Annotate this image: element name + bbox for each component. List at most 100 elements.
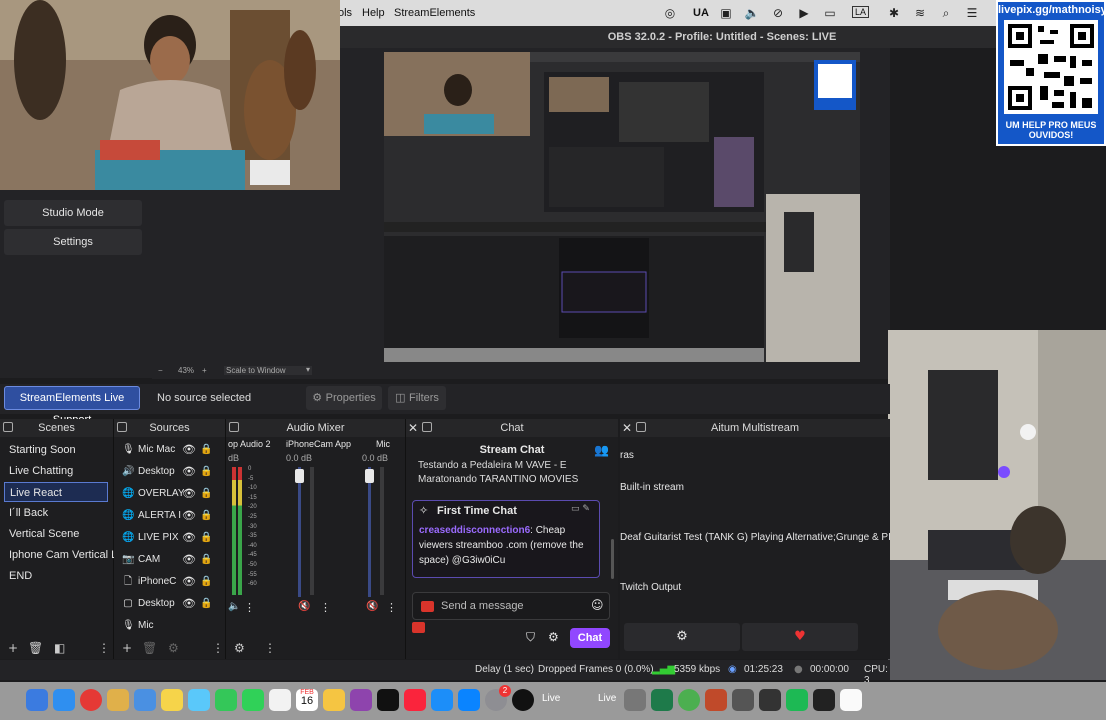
remove-scene-icon[interactable]: 🗑 <box>28 641 43 655</box>
close-icon[interactable]: ✕ <box>622 419 632 437</box>
app-icon[interactable] <box>759 689 781 711</box>
screen-share-icon[interactable]: ▣ <box>718 5 734 21</box>
notes-icon[interactable] <box>161 689 183 711</box>
app-icon[interactable] <box>732 689 754 711</box>
volume-fader[interactable] <box>298 467 301 597</box>
photos-icon[interactable] <box>269 689 291 711</box>
settings-app-icon[interactable]: 2 <box>485 685 511 711</box>
source-row[interactable]: 🎙 Mic <box>114 615 224 637</box>
appstore-icon[interactable] <box>458 689 480 711</box>
source-row[interactable]: 🌐 LIVE PIX 👁 🔒 <box>114 527 224 549</box>
scene-iphone-cam-vertical[interactable]: Iphone Cam Vertical Live <box>4 545 116 565</box>
properties-button[interactable]: ⚙ Properties <box>306 386 382 410</box>
reminders-icon[interactable] <box>323 689 345 711</box>
control-center-icon[interactable]: ☰ <box>964 5 980 21</box>
scene-end[interactable]: END <box>4 566 108 586</box>
speaker-icon[interactable]: 🔈 <box>228 601 240 612</box>
add-scene-icon[interactable]: + <box>8 641 18 655</box>
dock-float-icon[interactable] <box>3 422 13 432</box>
chat-input[interactable]: Send a message ☺ <box>412 592 610 620</box>
siri-icon[interactable] <box>350 689 372 711</box>
card-actions-icon[interactable]: ▭ ✎ <box>571 504 590 514</box>
mixer-menu-icon[interactable]: ⋮ <box>264 641 276 655</box>
volume-fader-knob[interactable] <box>295 469 304 483</box>
eye-icon[interactable]: 👁 <box>182 571 196 593</box>
scene-menu-icon[interactable]: ⋮ <box>98 641 110 655</box>
scene-live-chatting[interactable]: Live Chatting <box>4 461 108 481</box>
source-properties-icon[interactable]: ⚙ <box>168 641 179 655</box>
eye-icon[interactable]: 👁 <box>182 505 196 527</box>
input-source-ua[interactable]: UA <box>693 7 709 19</box>
chrome-icon[interactable] <box>678 689 700 711</box>
volume-fader[interactable] <box>368 467 371 597</box>
source-row[interactable]: 🔊 Desktop 👁 🔒 <box>114 461 224 483</box>
kebab-menu-icon[interactable]: ⋮ <box>244 601 255 614</box>
eye-icon[interactable]: 👁 <box>182 527 196 549</box>
source-row[interactable]: 🌐 OVERLAY 👁 🔒 <box>114 483 224 505</box>
preview-canvas[interactable] <box>384 52 860 362</box>
accessibility-icon[interactable]: ◎ <box>662 5 678 21</box>
obs-icon[interactable] <box>512 689 534 711</box>
source-row[interactable]: 📷 CAM 👁 🔒 <box>114 549 224 571</box>
lock-icon[interactable]: 🔒 <box>200 505 212 527</box>
maps-icon[interactable] <box>188 689 210 711</box>
eye-icon[interactable]: 👁 <box>182 593 196 615</box>
eye-icon[interactable]: 👁 <box>182 461 196 483</box>
mail-icon[interactable] <box>134 689 156 711</box>
keynote-icon[interactable] <box>431 689 453 711</box>
lock-icon[interactable]: 🔒 <box>200 593 212 615</box>
muted-speaker-icon[interactable]: 🔇 <box>298 601 310 612</box>
wifi-icon[interactable]: ≋ <box>912 5 928 21</box>
finder-icon[interactable] <box>26 689 48 711</box>
studio-mode-button[interactable]: Studio Mode <box>4 200 142 226</box>
chevron-down-icon[interactable]: ▾ <box>306 365 310 374</box>
activity-monitor-icon[interactable] <box>624 689 646 711</box>
lock-icon[interactable]: 🔒 <box>200 549 212 571</box>
search-icon[interactable]: ⌕ <box>938 5 954 21</box>
scale-mode-select[interactable]: Scale to Window <box>224 366 312 375</box>
close-icon[interactable]: ✕ <box>408 419 418 437</box>
launchpad-icon[interactable] <box>107 689 129 711</box>
remove-source-icon[interactable]: 🗑 <box>142 641 157 655</box>
muted-speaker-icon[interactable]: 🔇 <box>366 601 378 612</box>
app-icon[interactable] <box>705 689 727 711</box>
safari-icon[interactable] <box>53 689 75 711</box>
scene-live-react[interactable]: Live React <box>4 482 108 502</box>
vpn-icon[interactable]: ⊘ <box>770 5 786 21</box>
menu-streamelements[interactable]: StreamElements <box>394 7 475 19</box>
eye-icon[interactable]: 👁 <box>182 439 196 461</box>
zoom-out-icon[interactable]: − <box>158 366 163 375</box>
mixer-settings-icon[interactable]: ⚙ <box>234 641 245 655</box>
lock-icon[interactable]: 🔒 <box>200 527 212 549</box>
scene-ill-back[interactable]: I´ll Back <box>4 503 108 523</box>
zoom-in-icon[interactable]: + <box>202 366 207 375</box>
menu-tools[interactable]: ols <box>338 7 352 19</box>
chat-scrollbar[interactable] <box>611 539 614 579</box>
dock-float-icon[interactable] <box>229 422 239 432</box>
kebab-menu-icon[interactable]: ⋮ <box>320 601 331 614</box>
dock-float-icon[interactable] <box>636 422 646 432</box>
lock-icon[interactable]: 🔒 <box>200 571 212 593</box>
lock-icon[interactable]: 🔒 <box>200 461 212 483</box>
volume-fader-knob[interactable] <box>365 469 374 483</box>
lock-icon[interactable]: 🔒 <box>200 483 212 505</box>
add-source-icon[interactable]: + <box>122 641 132 655</box>
volume-icon[interactable]: 🔈 <box>744 5 760 21</box>
facetime-icon[interactable] <box>215 689 237 711</box>
multistream-donate-button[interactable]: ♥ <box>742 623 858 651</box>
messages-icon[interactable] <box>242 689 264 711</box>
car-icon[interactable]: ▭ <box>822 5 838 21</box>
dock-live-label[interactable]: Live <box>598 693 616 704</box>
eye-icon[interactable]: 👁 <box>182 549 196 571</box>
graph-app-icon[interactable] <box>651 689 673 711</box>
kebab-menu-icon[interactable]: ⋮ <box>386 601 397 614</box>
multistream-settings-button[interactable]: ⚙ <box>624 623 740 651</box>
dock-live-label[interactable]: Live <box>542 693 560 704</box>
chat-send-button[interactable]: Chat <box>570 628 610 648</box>
bluetooth-icon[interactable]: ✱ <box>886 5 902 21</box>
filters-button[interactable]: ◫ Filters <box>388 386 446 410</box>
dock-float-icon[interactable] <box>422 422 432 432</box>
source-row[interactable]: 🎙 Mic Mac 👁 🔒 <box>114 439 224 461</box>
source-row[interactable]: 🌐 ALERTA I 👁 🔒 <box>114 505 224 527</box>
emoji-icon[interactable]: ☺ <box>591 598 604 612</box>
